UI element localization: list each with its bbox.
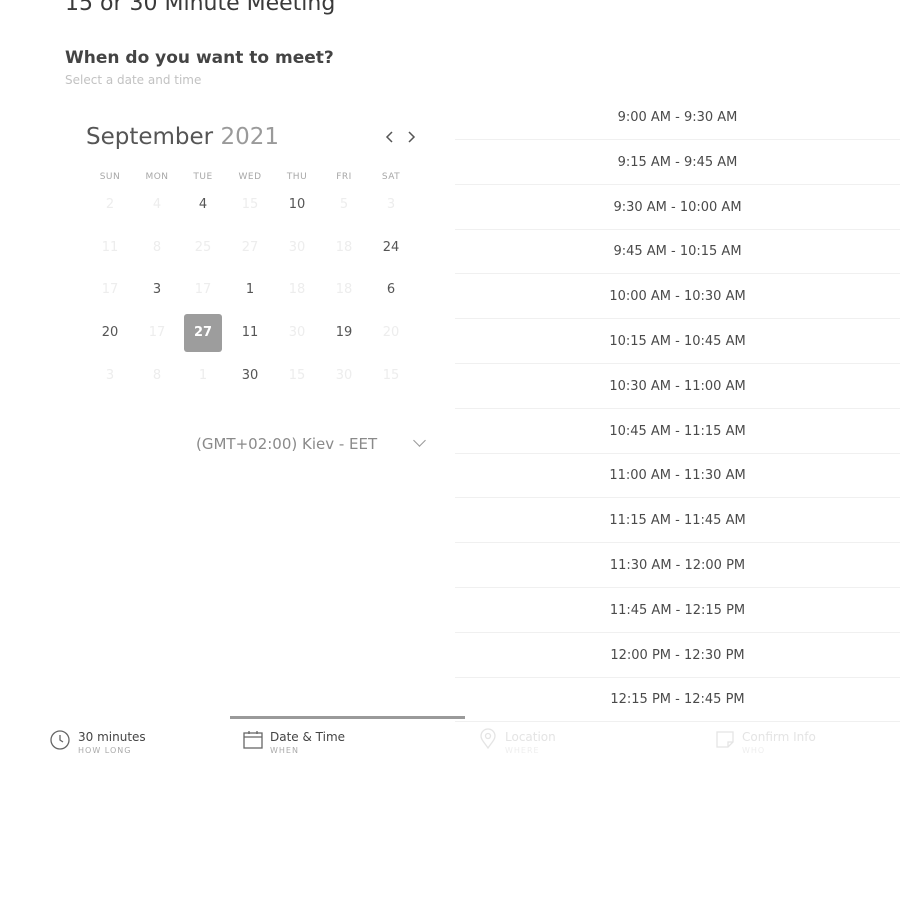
calendar-day: 3 (386, 197, 396, 212)
time-slot-button[interactable]: 11:00 AM - 11:30 AM (455, 454, 900, 499)
calendar-day[interactable]: 19 (325, 314, 363, 352)
time-slot-button[interactable]: 9:15 AM - 9:45 AM (455, 141, 900, 185)
weekday-label: FRI (336, 172, 352, 182)
calendar-day: 18 (288, 282, 306, 297)
section-subheading: Select a date and time (65, 73, 202, 87)
weekday-label: MON (145, 172, 169, 182)
time-slot-button[interactable]: 11:15 AM - 11:45 AM (455, 499, 900, 544)
chevron-down-icon (413, 434, 426, 447)
step-duration[interactable]: 30 minutes HOW LONG (50, 728, 250, 768)
calendar-day: 5 (339, 197, 349, 212)
previous-month-button[interactable] (380, 126, 400, 150)
calendar-day: 30 (335, 368, 353, 383)
time-slot-button[interactable]: 11:45 AM - 12:15 PM (455, 589, 900, 633)
calendar-day: 25 (194, 240, 212, 255)
chevron-right-icon (408, 131, 416, 143)
next-month-button[interactable] (401, 126, 421, 150)
calendar-day: 2 (105, 197, 115, 212)
calendar-month-label: September 2021 (86, 124, 279, 150)
time-slot-button[interactable]: 9:30 AM - 10:00 AM (455, 186, 900, 230)
calendar-day: 4 (152, 197, 162, 212)
calendar-day: 18 (335, 282, 353, 297)
weekday-label: THU (286, 172, 308, 182)
step-date-time-label: Date & Time (270, 730, 346, 744)
time-slot-button[interactable]: 10:00 AM - 10:30 AM (455, 275, 900, 320)
step-location-sub: WHERE (505, 746, 540, 755)
step-location[interactable]: Location WHERE (477, 728, 677, 768)
calendar-icon (243, 731, 263, 749)
step-location-label: Location (505, 730, 556, 744)
timezone-label: (GMT+02:00) Kiev - EET (196, 435, 378, 453)
calendar-day: 8 (152, 240, 162, 255)
calendar-day: 17 (148, 325, 166, 340)
booking-steps: 30 minutes HOW LONG Date & Time WHEN Loc… (0, 716, 900, 776)
calendar-day[interactable]: 3 (138, 271, 176, 309)
calendar-day: 8 (152, 368, 162, 383)
time-slot-list[interactable]: 9:00 AM - 9:30 AM 9:15 AM - 9:45 AM 9:30 A… (455, 96, 900, 723)
calendar-day[interactable]: 20 (91, 314, 129, 352)
timezone-select[interactable]: (GMT+02:00) Kiev - EET (190, 432, 440, 456)
step-duration-sub: HOW LONG (78, 746, 132, 755)
calendar-day: 15 (288, 368, 306, 383)
calendar-day[interactable]: 6 (372, 271, 410, 309)
time-slot-button[interactable]: 9:00 AM - 9:30 AM (455, 96, 900, 140)
calendar-day[interactable]: 4 (184, 186, 222, 224)
calendar-day: 18 (335, 240, 353, 255)
calendar-day: 1 (198, 368, 208, 383)
calendar-year: 2021 (220, 124, 279, 150)
calendar-day: 17 (194, 282, 212, 297)
step-progress-indicator (230, 716, 465, 719)
calendar-day-selected[interactable]: 27 (184, 314, 222, 352)
time-slot-button[interactable]: 11:30 AM - 12:00 PM (455, 544, 900, 588)
time-slot-button[interactable]: 10:15 AM - 10:45 AM (455, 320, 900, 364)
calendar-day: 3 (105, 368, 115, 383)
calendar-day: 15 (382, 368, 400, 383)
calendar-day[interactable]: 11 (231, 314, 269, 352)
location-pin-icon (480, 728, 496, 750)
time-slot-button[interactable]: 10:30 AM - 11:00 AM (455, 365, 900, 409)
calendar-day[interactable]: 1 (231, 271, 269, 309)
step-confirm-info-sub: WHO (742, 746, 766, 755)
section-heading: When do you want to meet? (65, 48, 334, 68)
page-title: 15 or 30 Minute Meeting (65, 0, 336, 16)
time-slot-button[interactable]: 10:45 AM - 11:15 AM (455, 410, 900, 454)
calendar-day[interactable]: 30 (231, 357, 269, 395)
calendar-day[interactable]: 24 (372, 229, 410, 267)
step-date-time[interactable]: Date & Time WHEN (242, 728, 442, 768)
weekday-label: SAT (381, 172, 401, 182)
calendar-day[interactable]: 10 (278, 186, 316, 224)
calendar-day: 20 (382, 325, 400, 340)
step-confirm-info-label: Confirm Info (742, 730, 816, 744)
calendar-day: 27 (241, 240, 259, 255)
step-date-time-sub: WHEN (270, 746, 299, 755)
weekday-label: SUN (99, 172, 121, 182)
calendar-day: 11 (101, 240, 119, 255)
calendar-day: 17 (101, 282, 119, 297)
calendar-month: September (86, 124, 214, 150)
time-slot-button[interactable]: 12:00 PM - 12:30 PM (455, 634, 900, 678)
weekday-label: WED (238, 172, 262, 182)
time-slot-button[interactable]: 9:45 AM - 10:15 AM (455, 230, 900, 275)
step-confirm-info[interactable]: Confirm Info WHO (714, 728, 900, 768)
step-duration-label: 30 minutes (78, 730, 146, 744)
weekday-label: TUE (193, 172, 213, 182)
calendar-day: 15 (241, 197, 259, 212)
calendar-day: 30 (288, 325, 306, 340)
calendar-day: 30 (288, 240, 306, 255)
clock-icon (50, 730, 70, 750)
chevron-left-icon (385, 131, 393, 143)
note-icon (716, 731, 734, 748)
